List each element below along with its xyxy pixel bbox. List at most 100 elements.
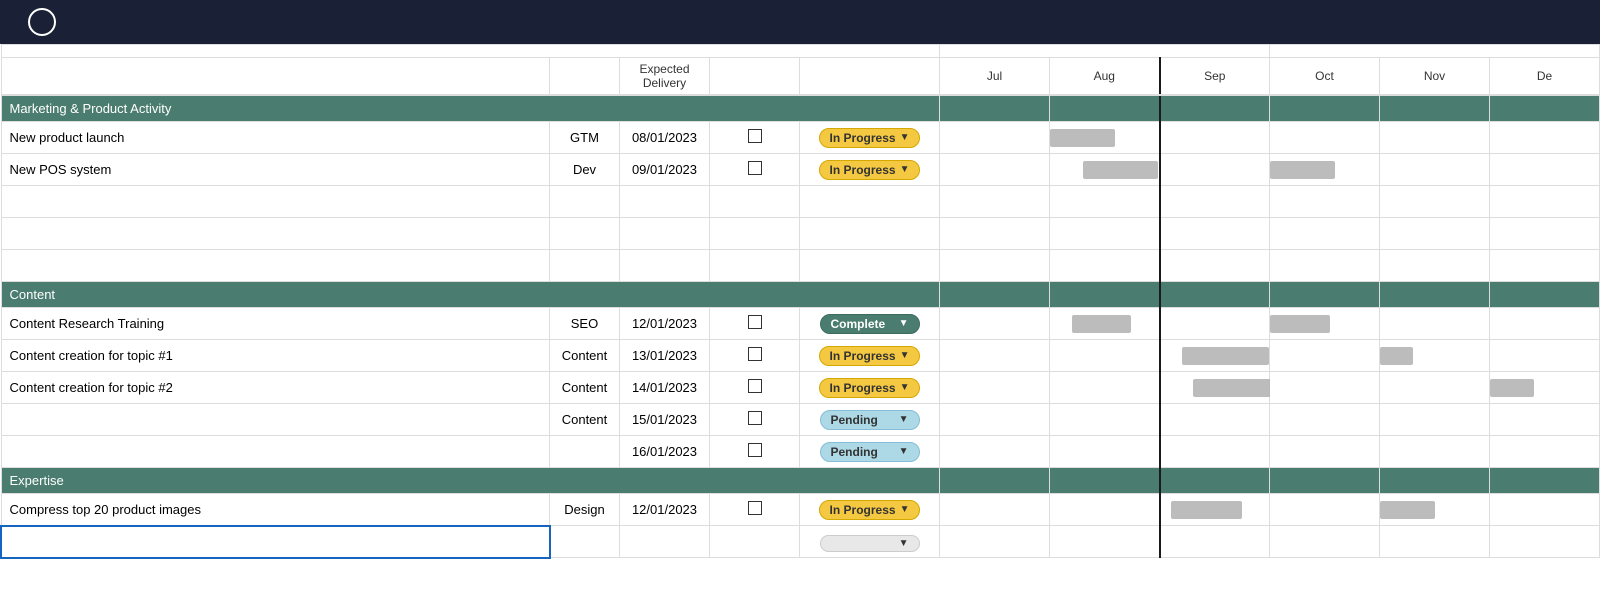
dep-cell-1-0[interactable] — [710, 308, 800, 340]
data-row-2-0: Compress top 20 product images Design 12… — [1, 494, 1600, 526]
section-gantt-oct-0 — [1270, 95, 1380, 122]
delivery-cell-0-4 — [620, 250, 710, 282]
dep-cell-0-1[interactable] — [710, 154, 800, 186]
gantt-cell-col4 — [1380, 308, 1490, 340]
gantt-cell-col4 — [1380, 218, 1490, 250]
status-cell-0-2[interactable] — [800, 186, 940, 218]
dep-cell-1-4[interactable] — [710, 436, 800, 468]
status-cell-1-4[interactable]: Pending▼ — [800, 436, 940, 468]
data-row-1-3: Content 15/01/2023 Pending▼ — [1, 404, 1600, 436]
gantt-cell-col5 — [1490, 122, 1600, 154]
section-gantt-aug-1 — [1050, 282, 1160, 308]
header-logo — [28, 8, 56, 36]
gantt-cell-col2-2-0 — [1160, 494, 1270, 526]
status-cell-2-0[interactable]: In Progress▼ — [800, 494, 940, 526]
gantt-cell-col3 — [1270, 404, 1380, 436]
section-title-1: Content — [1, 282, 940, 308]
column-header-row: ExpectedDelivery Jul Aug Sep Oct Nov De — [1, 58, 1600, 96]
col-status — [800, 58, 940, 96]
dep-checkbox[interactable] — [748, 347, 762, 361]
gantt-cell-col2-1-0 — [1160, 308, 1270, 340]
delivery-cell-0-2 — [620, 186, 710, 218]
task-cell-1-4 — [1, 436, 550, 468]
dep-checkbox[interactable] — [748, 411, 762, 425]
task-cell-2-1[interactable] — [1, 526, 550, 558]
gantt-cell-col5 — [1490, 250, 1600, 282]
data-row-0-4 — [1, 250, 1600, 282]
gantt-cell-col4 — [1380, 186, 1490, 218]
status-cell-2-1[interactable]: ▼ — [800, 526, 940, 558]
status-cell-0-1[interactable]: In Progress▼ — [800, 154, 940, 186]
dep-cell-0-0[interactable] — [710, 122, 800, 154]
status-badge-inprogress[interactable]: In Progress▼ — [819, 346, 921, 366]
status-badge-inprogress[interactable]: In Progress▼ — [819, 160, 921, 180]
dep-cell-0-4[interactable] — [710, 250, 800, 282]
delivery-cell-1-2: 14/01/2023 — [620, 372, 710, 404]
status-badge-inprogress[interactable]: In Progress▼ — [819, 128, 921, 148]
status-badge-inprogress[interactable]: In Progress▼ — [819, 500, 921, 520]
gantt-cell-col2-2-1 — [1160, 526, 1270, 558]
status-cell-0-0[interactable]: In Progress▼ — [800, 122, 940, 154]
dep-cell-2-1[interactable] — [710, 526, 800, 558]
col-nov: Nov — [1380, 58, 1490, 96]
section-gantt-oct-2 — [1270, 468, 1380, 494]
delivery-cell-2-0: 12/01/2023 — [620, 494, 710, 526]
status-cell-1-0[interactable]: Complete▼ — [800, 308, 940, 340]
gantt-cell-col5 — [1490, 526, 1600, 558]
section-title-0: Marketing & Product Activity — [1, 95, 940, 122]
status-cell-1-1[interactable]: In Progress▼ — [800, 340, 940, 372]
gantt-cell-col4 — [1380, 526, 1490, 558]
dep-checkbox[interactable] — [748, 501, 762, 515]
section-gantt-dec-1 — [1490, 282, 1600, 308]
status-badge-pending[interactable]: Pending▼ — [820, 410, 920, 430]
owner-cell-1-4 — [550, 436, 620, 468]
dep-cell-1-2[interactable] — [710, 372, 800, 404]
roadmap-table-container: ExpectedDelivery Jul Aug Sep Oct Nov De … — [0, 44, 1600, 559]
status-cell-1-2[interactable]: In Progress▼ — [800, 372, 940, 404]
dep-checkbox[interactable] — [748, 161, 762, 175]
dep-checkbox[interactable] — [748, 443, 762, 457]
owner-cell-0-4 — [550, 250, 620, 282]
gantt-cell-col2-0-1 — [1160, 154, 1270, 186]
gantt-cell-col1 — [1050, 122, 1160, 154]
delivery-cell-1-4: 16/01/2023 — [620, 436, 710, 468]
gantt-cell-col2-0-3 — [1160, 218, 1270, 250]
status-badge-empty[interactable]: ▼ — [820, 535, 920, 552]
gantt-cell-col4 — [1380, 404, 1490, 436]
gantt-cell-col1 — [1050, 154, 1160, 186]
task-cell-0-0: New product launch — [1, 122, 550, 154]
gantt-cell-col4 — [1380, 372, 1490, 404]
dep-cell-0-3[interactable] — [710, 218, 800, 250]
gantt-cell-col4 — [1380, 250, 1490, 282]
gantt-cell-col0 — [940, 404, 1050, 436]
status-cell-0-3[interactable] — [800, 218, 940, 250]
owner-cell-1-2: Content — [550, 372, 620, 404]
gantt-cell-col3 — [1270, 494, 1380, 526]
dep-checkbox[interactable] — [748, 379, 762, 393]
dep-cell-1-3[interactable] — [710, 404, 800, 436]
status-badge-complete[interactable]: Complete▼ — [820, 314, 920, 334]
owner-cell-0-0: GTM — [550, 122, 620, 154]
gantt-cell-col1 — [1050, 494, 1160, 526]
gantt-cell-col0 — [940, 122, 1050, 154]
dep-cell-2-0[interactable] — [710, 494, 800, 526]
section-gantt-sep-0 — [1160, 95, 1270, 122]
dep-checkbox[interactable] — [748, 129, 762, 143]
section-gantt-aug-2 — [1050, 468, 1160, 494]
status-cell-1-3[interactable]: Pending▼ — [800, 404, 940, 436]
gantt-cell-col1 — [1050, 250, 1160, 282]
status-badge-pending[interactable]: Pending▼ — [820, 442, 920, 462]
gantt-cell-col0 — [940, 308, 1050, 340]
gantt-cell-col0 — [940, 526, 1050, 558]
dep-cell-1-1[interactable] — [710, 340, 800, 372]
status-cell-0-4[interactable] — [800, 250, 940, 282]
data-row-0-1: New POS system Dev 09/01/2023 In Progres… — [1, 154, 1600, 186]
section-gantt-sep-2 — [1160, 468, 1270, 494]
q4-header — [1270, 45, 1600, 58]
gantt-cell-col1 — [1050, 436, 1160, 468]
status-badge-inprogress[interactable]: In Progress▼ — [819, 378, 921, 398]
data-row-0-0: New product launch GTM 08/01/2023 In Pro… — [1, 122, 1600, 154]
dep-checkbox[interactable] — [748, 315, 762, 329]
dep-cell-0-2[interactable] — [710, 186, 800, 218]
section-gantt-oct-1 — [1270, 282, 1380, 308]
